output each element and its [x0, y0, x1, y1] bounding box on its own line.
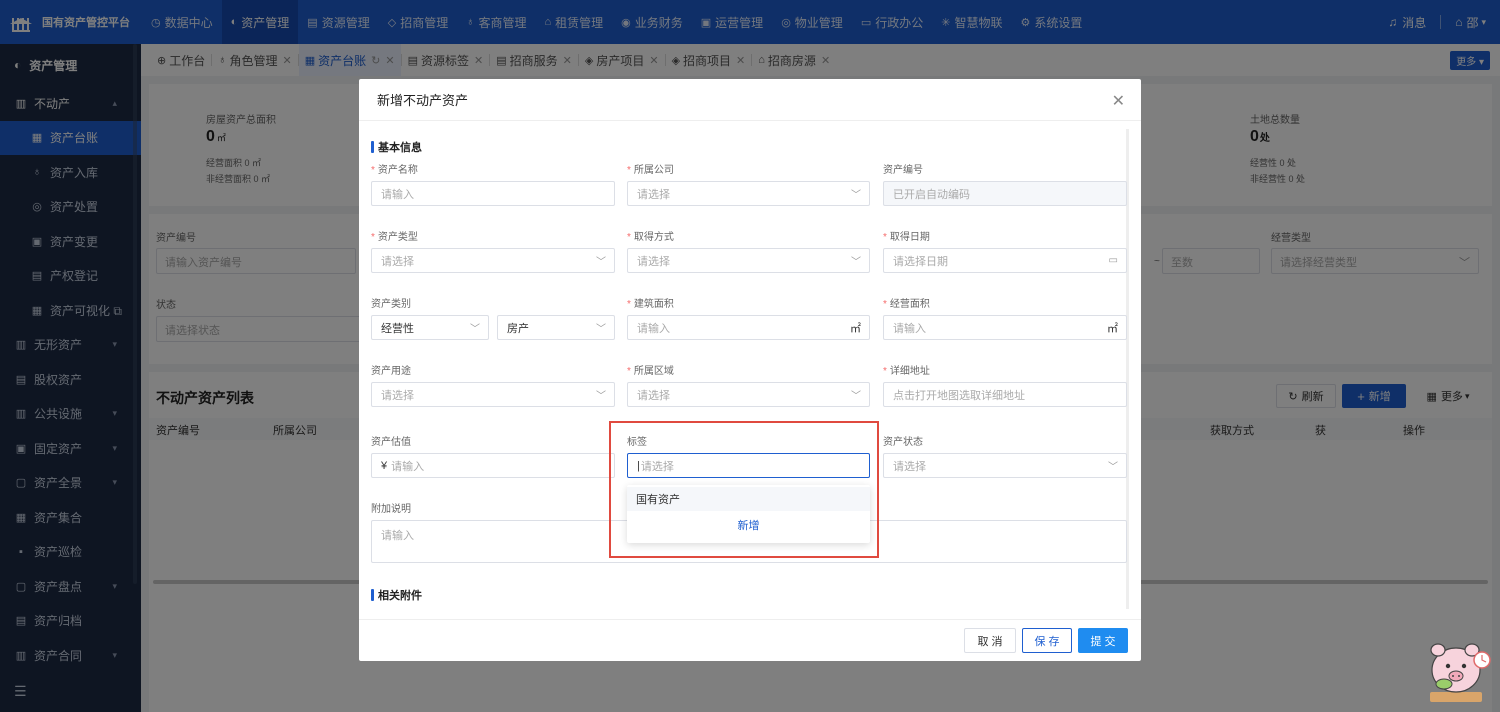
- close-icon[interactable]: ✕: [1112, 91, 1125, 111]
- acquire-method-select[interactable]: 请选择 ﹀: [627, 248, 870, 273]
- calendar-icon: ▭: [1108, 255, 1118, 266]
- submit-button[interactable]: 提 交: [1078, 628, 1128, 653]
- acquire-date-label: * 取得日期: [883, 232, 930, 243]
- region-label: * 所属区域: [627, 366, 674, 377]
- save-button[interactable]: 保 存: [1022, 628, 1072, 653]
- asset-status-select[interactable]: 请选择 ﹀: [883, 453, 1127, 478]
- tag-add-button[interactable]: 新增: [627, 511, 870, 539]
- section-basic-info: 基本信息: [371, 139, 422, 155]
- asset-code-label: 资产编号: [883, 165, 923, 176]
- dialog-title: 新增不动产资产: [377, 93, 469, 108]
- asset-type-select[interactable]: 请选择 ﹀: [371, 248, 615, 273]
- chevron-down-icon: ﹀: [596, 324, 606, 335]
- asset-type-label: * 资产类型: [371, 232, 418, 243]
- chevron-down-icon: ﹀: [851, 257, 861, 268]
- chevron-down-icon: ﹀: [851, 391, 861, 402]
- chevron-down-icon: ﹀: [470, 324, 480, 335]
- section-attachments: 相关附件: [371, 587, 422, 603]
- add-asset-dialog: 新增不动产资产 ✕ 基本信息 * 资产名称 请输入 * 所属公司 请选择 ﹀ 资产编号…: [359, 79, 1141, 661]
- asset-value-input[interactable]: ¥ 请输入: [371, 453, 615, 478]
- usage-select[interactable]: 请选择 ﹀: [371, 382, 615, 407]
- asset-name-input[interactable]: 请输入: [371, 181, 615, 206]
- tag-select[interactable]: | 请选择: [627, 453, 870, 478]
- asset-code-input: 已开启自动编码: [883, 181, 1127, 206]
- asset-value-label: 资产估值: [371, 437, 411, 448]
- chevron-down-icon: ﹀: [596, 257, 606, 268]
- tag-label: 标签: [627, 437, 647, 448]
- acquire-date-picker[interactable]: 请选择日期 ▭: [883, 248, 1127, 273]
- build-area-input[interactable]: 请输入㎡: [627, 315, 870, 340]
- acquire-method-label: * 取得方式: [627, 232, 674, 243]
- company-select[interactable]: 请选择 ﹀: [627, 181, 870, 206]
- region-select[interactable]: 请选择 ﹀: [627, 382, 870, 407]
- mascot-pig-icon[interactable]: [1422, 630, 1496, 708]
- address-input[interactable]: 点击打开地图选取详细地址: [883, 382, 1127, 407]
- op-area-input[interactable]: 请输入㎡: [883, 315, 1127, 340]
- note-label: 附加说明: [371, 504, 411, 515]
- chevron-down-icon: ﹀: [1108, 462, 1118, 473]
- category-operating-select[interactable]: 经营性 ﹀: [371, 315, 489, 340]
- category-property-select[interactable]: 房产 ﹀: [497, 315, 615, 340]
- dialog-footer: 取 消 保 存 提 交: [359, 619, 1141, 661]
- dialog-header: 新增不动产资产 ✕: [359, 79, 1141, 121]
- chevron-down-icon: ﹀: [596, 391, 606, 402]
- address-label: * 详细地址: [883, 366, 930, 377]
- tag-dropdown: 国有资产 新增: [627, 485, 870, 543]
- chevron-down-icon: ﹀: [851, 190, 861, 201]
- op-area-label: * 经营面积: [883, 299, 930, 310]
- asset-category-label: 资产类别: [371, 299, 411, 310]
- tag-option[interactable]: 国有资产: [627, 487, 870, 511]
- asset-name-label: * 资产名称: [371, 165, 418, 176]
- company-label: * 所属公司: [627, 165, 674, 176]
- build-area-label: * 建筑面积: [627, 299, 674, 310]
- cancel-button[interactable]: 取 消: [964, 628, 1016, 653]
- asset-status-label: 资产状态: [883, 437, 923, 448]
- usage-label: 资产用途: [371, 366, 411, 377]
